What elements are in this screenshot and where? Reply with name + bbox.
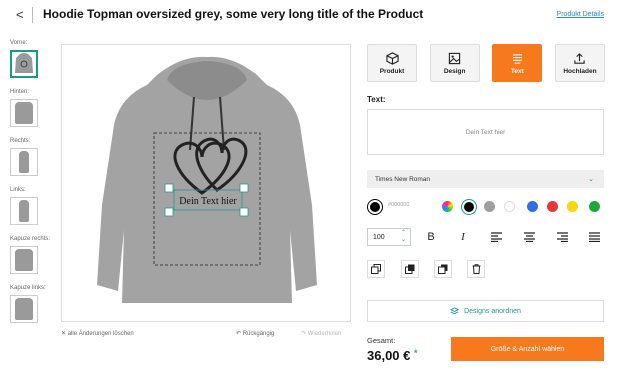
hood-left-thumb-icon [15,298,33,320]
bring-to-front-icon [438,264,448,274]
arrange-designs-button[interactable]: Designs anordnen [367,300,604,322]
view-thumb-hood-left[interactable] [10,295,38,323]
tab-produkt-label: Produkt [379,67,405,75]
view-thumb-front[interactable] [10,50,38,78]
align-center-icon [523,232,535,242]
font-size-value: 100 [373,233,385,241]
product-details-link[interactable]: Produkt Details [557,11,604,18]
view-label-right: Rechts: [10,138,31,144]
view-thumb-back[interactable] [10,99,38,127]
hoodie-front-thumb-icon [15,53,33,73]
text-section-label: Text: [367,95,386,104]
view-thumb-right[interactable] [10,148,38,176]
color-swatch-green[interactable] [589,201,600,212]
choose-size-quantity-button[interactable]: Größe & Anzahl wählen [451,337,604,361]
design-text[interactable]: Dein Text hier [179,196,237,207]
color-wheel-icon[interactable] [442,201,453,212]
lock-handle-icon[interactable] [164,183,174,193]
back-chevron-icon[interactable]: < [16,7,24,22]
cube-icon [385,51,399,65]
color-swatch-grey[interactable] [484,201,495,212]
view-thumb-left[interactable] [10,197,38,225]
font-select[interactable]: Times New Roman ⌄ [367,170,604,188]
color-swatch-red[interactable] [547,201,558,212]
delete-button[interactable] [467,260,485,278]
redo-label: Wiederholen [307,331,342,337]
hoodie-back-thumb-icon [15,102,33,124]
color-swatch-blue[interactable] [527,201,538,212]
arrange-designs-label: Designs anordnen [464,307,521,315]
tab-hochladen-label: Hochladen [563,67,597,75]
font-size-stepper[interactable]: 100 ⌃ ⌄ [367,228,411,246]
rotate-handle-icon[interactable] [239,183,249,193]
send-backward-icon [371,264,381,274]
align-left-button[interactable] [487,228,505,246]
product-canvas[interactable]: Dein Text hier [61,44,351,322]
chevron-down-icon: ⌄ [588,176,594,183]
view-label-back: Hinten: [10,89,30,95]
hoodie-left-thumb-icon [19,200,29,222]
view-label-left: Links: [10,187,26,193]
color-row: #000000 [367,197,607,215]
bring-forward-icon [405,264,415,274]
italic-button[interactable]: I [454,228,472,246]
trash-icon [472,264,480,274]
total-price: 36,00 € * [367,348,418,363]
current-color-hex: #000000 [388,202,410,208]
hoodie-preview: Dein Text hier [97,56,317,304]
upload-icon [574,52,586,64]
align-left-icon [490,232,502,242]
font-select-value: Times New Roman [375,175,431,183]
justify-icon [588,232,600,242]
text-input[interactable]: Dein Text hier [367,109,604,155]
view-thumb-hood-right[interactable] [10,246,38,274]
tab-design-label: Design [443,67,466,75]
canvas-actions: ✕ alle Änderungen löschen ↶ Rückgängig ↷… [61,330,351,342]
tab-text-label: Text [510,67,524,75]
total-label: Gesamt: [367,336,396,345]
view-selector: Vorne: Hinten: Rechts: Links: Kapuze rec… [10,40,60,334]
tab-produkt[interactable]: Produkt [367,44,417,82]
color-swatch-yellow[interactable] [567,201,578,212]
color-swatch-black[interactable] [461,199,477,215]
price-footnote-star: * [414,348,418,358]
bring-to-front-button[interactable] [434,260,452,278]
view-label-hood-right: Kapuze rechts: [10,236,51,242]
product-title: Hoodie Topman oversized grey, some very … [43,7,424,21]
bring-forward-button[interactable] [401,260,419,278]
view-label-hood-left: Kapuze links: [10,285,46,291]
price-value: 36,00 € [367,348,411,363]
tab-text[interactable]: Text [492,44,543,82]
redo-button[interactable]: ↷ Wiederholen [301,330,341,337]
tab-hochladen[interactable]: Hochladen [554,44,605,82]
resize-handle-icon[interactable] [239,207,249,217]
undo-label: Rückgängig [242,331,275,337]
send-backward-button[interactable] [367,260,385,278]
bold-button[interactable]: B [422,228,440,246]
clear-changes-label: alle Änderungen löschen [67,331,134,337]
image-icon [448,52,461,64]
align-center-button[interactable] [520,228,538,246]
current-color-swatch[interactable] [367,199,383,215]
top-bar: < Hoodie Topman oversized grey, some ver… [0,0,620,30]
align-right-icon [556,232,568,242]
divider [32,7,33,23]
text-lines-icon [512,53,522,64]
undo-button[interactable]: ↶ Rückgängig [236,330,274,337]
justify-button[interactable] [585,228,603,246]
move-handle-icon[interactable] [164,207,174,217]
view-label-front: Vorne: [10,40,28,46]
tool-tabs: Produkt Design Text Hochladen [367,44,605,82]
hood-right-thumb-icon [15,249,33,271]
layers-icon [450,306,460,314]
clear-changes-button[interactable]: ✕ alle Änderungen löschen [61,330,134,337]
align-right-button[interactable] [553,228,571,246]
tab-design[interactable]: Design [429,44,480,82]
stepper-arrows-icon[interactable]: ⌃ ⌄ [401,230,406,244]
hoodie-right-thumb-icon [19,151,29,173]
color-swatch-white[interactable] [504,201,515,212]
